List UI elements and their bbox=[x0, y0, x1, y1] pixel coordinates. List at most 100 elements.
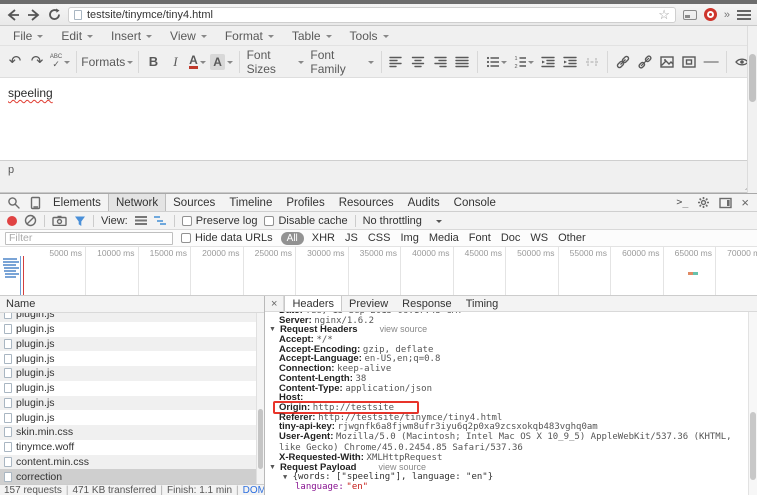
network-overview[interactable]: 5000 ms 10000 ms 15000 ms 20000 ms 25000… bbox=[0, 247, 757, 296]
editor-content[interactable]: speeling bbox=[0, 78, 757, 160]
text-color-button[interactable]: A bbox=[186, 50, 208, 74]
tab-elements[interactable]: Elements bbox=[46, 194, 108, 211]
tab-audits[interactable]: Audits bbox=[401, 194, 447, 211]
menu-table[interactable]: Table bbox=[283, 26, 341, 45]
filter-type-xhr[interactable]: XHR bbox=[312, 232, 335, 244]
italic-button[interactable]: I bbox=[164, 50, 186, 74]
cast-extension-icon[interactable] bbox=[683, 10, 697, 20]
filter-input[interactable] bbox=[5, 232, 173, 245]
align-right-button[interactable] bbox=[429, 50, 451, 74]
filter-type-img[interactable]: Img bbox=[400, 232, 418, 244]
payload-summary[interactable]: ▼ {words: ["speeling"], language: "en"} bbox=[269, 473, 743, 483]
indent-button[interactable] bbox=[559, 50, 581, 74]
disable-cache-toggle[interactable]: Disable cache bbox=[264, 215, 347, 227]
dock-side-icon[interactable] bbox=[719, 197, 732, 209]
tab-console[interactable]: Console bbox=[447, 194, 503, 211]
throttling-dropdown[interactable]: No throttling bbox=[363, 215, 442, 227]
preserve-log-toggle[interactable]: Preserve log bbox=[182, 215, 258, 227]
align-left-button[interactable] bbox=[385, 50, 407, 74]
formats-dropdown[interactable]: Formats bbox=[81, 50, 133, 74]
hide-data-urls-toggle[interactable]: Hide data URLs bbox=[181, 232, 273, 244]
insert-link-button[interactable] bbox=[612, 50, 634, 74]
table-row[interactable]: tinymce.woff bbox=[0, 440, 264, 455]
misspelled-word[interactable]: speeling bbox=[8, 86, 53, 100]
table-row[interactable]: plugin.js bbox=[0, 337, 264, 352]
table-row[interactable]: plugin.js bbox=[0, 410, 264, 425]
tab-profiles[interactable]: Profiles bbox=[279, 194, 331, 211]
table-row[interactable]: plugin.js bbox=[0, 381, 264, 396]
bold-button[interactable]: B bbox=[142, 50, 164, 74]
record-button[interactable] bbox=[7, 216, 17, 226]
column-header-name[interactable]: Name bbox=[0, 296, 264, 313]
table-row[interactable]: plugin.js bbox=[0, 366, 264, 381]
spellcheck-button[interactable]: ABC✓ bbox=[48, 50, 72, 74]
menu-edit[interactable]: Edit bbox=[52, 26, 102, 45]
address-bar[interactable]: testsite/tinymce/tiny4.html ☆ bbox=[68, 7, 676, 23]
menu-file[interactable]: File bbox=[4, 26, 52, 45]
tab-preview[interactable]: Preview bbox=[342, 296, 395, 311]
browser-menu-icon[interactable] bbox=[737, 10, 751, 20]
numbered-list-button[interactable]: 12 bbox=[510, 50, 537, 74]
table-row[interactable]: plugin.js bbox=[0, 322, 264, 337]
font-sizes-dropdown[interactable]: Font Sizes bbox=[244, 50, 308, 74]
insert-image-button[interactable] bbox=[656, 50, 678, 74]
filter-type-other[interactable]: Other bbox=[558, 232, 586, 244]
view-list-icon[interactable] bbox=[135, 216, 147, 225]
table-row[interactable]: plugin.js bbox=[0, 396, 264, 411]
tab-headers[interactable]: Headers bbox=[284, 296, 342, 311]
insert-media-button[interactable] bbox=[678, 50, 700, 74]
horizontal-rule-button[interactable]: — bbox=[700, 50, 722, 74]
filter-type-css[interactable]: CSS bbox=[368, 232, 391, 244]
filter-funnel-icon[interactable] bbox=[74, 215, 86, 227]
redo-button[interactable]: ↷ bbox=[26, 50, 48, 74]
table-row-selected[interactable]: correction bbox=[0, 469, 264, 484]
clear-icon[interactable] bbox=[24, 214, 37, 227]
element-path[interactable]: p bbox=[8, 164, 14, 176]
bullet-list-button[interactable] bbox=[482, 50, 509, 74]
view-timeline-icon[interactable] bbox=[154, 216, 167, 225]
filter-type-doc[interactable]: Doc bbox=[501, 232, 521, 244]
extensions-overflow-icon[interactable]: » bbox=[724, 9, 730, 21]
menu-insert[interactable]: Insert bbox=[102, 26, 161, 45]
table-row[interactable]: skin.min.css bbox=[0, 425, 264, 440]
page-break-button[interactable] bbox=[581, 50, 603, 74]
filter-type-media[interactable]: Media bbox=[429, 232, 459, 244]
console-drawer-icon[interactable]: >_ bbox=[676, 197, 688, 208]
page-scrollbar[interactable] bbox=[747, 26, 757, 193]
font-family-dropdown[interactable]: Font Family bbox=[307, 50, 376, 74]
details-scrollbar[interactable] bbox=[748, 312, 757, 495]
reload-button[interactable] bbox=[48, 8, 61, 21]
tab-resources[interactable]: Resources bbox=[332, 194, 401, 211]
outdent-button[interactable] bbox=[537, 50, 559, 74]
table-row[interactable]: content.min.css bbox=[0, 455, 264, 470]
tab-response[interactable]: Response bbox=[395, 296, 459, 311]
scrollbar-thumb[interactable] bbox=[258, 409, 263, 469]
device-toolbar-button[interactable] bbox=[25, 194, 46, 211]
menu-view[interactable]: View bbox=[161, 26, 216, 45]
remove-link-button[interactable] bbox=[634, 50, 656, 74]
undo-button[interactable]: ↶ bbox=[4, 50, 26, 74]
background-color-button[interactable]: A bbox=[208, 50, 234, 74]
close-details-icon[interactable]: × bbox=[265, 296, 284, 311]
filter-type-all[interactable]: All bbox=[281, 232, 304, 245]
align-justify-button[interactable] bbox=[451, 50, 473, 74]
inspect-element-button[interactable] bbox=[2, 194, 25, 211]
filter-type-ws[interactable]: WS bbox=[530, 232, 548, 244]
request-list-scrollbar[interactable] bbox=[256, 313, 264, 484]
menu-format[interactable]: Format bbox=[216, 26, 283, 45]
gear-icon[interactable] bbox=[697, 196, 710, 209]
scrollbar-thumb[interactable] bbox=[750, 412, 756, 480]
forward-button[interactable] bbox=[27, 9, 41, 21]
tab-sources[interactable]: Sources bbox=[166, 194, 222, 211]
menu-tools[interactable]: Tools bbox=[341, 26, 398, 45]
scrollbar-thumb[interactable] bbox=[749, 54, 756, 102]
tab-timeline[interactable]: Timeline bbox=[222, 194, 279, 211]
table-row[interactable]: plugin.js bbox=[0, 313, 264, 322]
view-source-link[interactable]: view source bbox=[380, 325, 428, 335]
tab-network[interactable]: Network bbox=[108, 194, 166, 211]
filter-type-js[interactable]: JS bbox=[345, 232, 358, 244]
bookmark-star-icon[interactable]: ☆ bbox=[658, 7, 670, 23]
screenshot-camera-icon[interactable] bbox=[52, 215, 67, 226]
filter-type-font[interactable]: Font bbox=[469, 232, 491, 244]
table-row[interactable]: plugin.js bbox=[0, 351, 264, 366]
